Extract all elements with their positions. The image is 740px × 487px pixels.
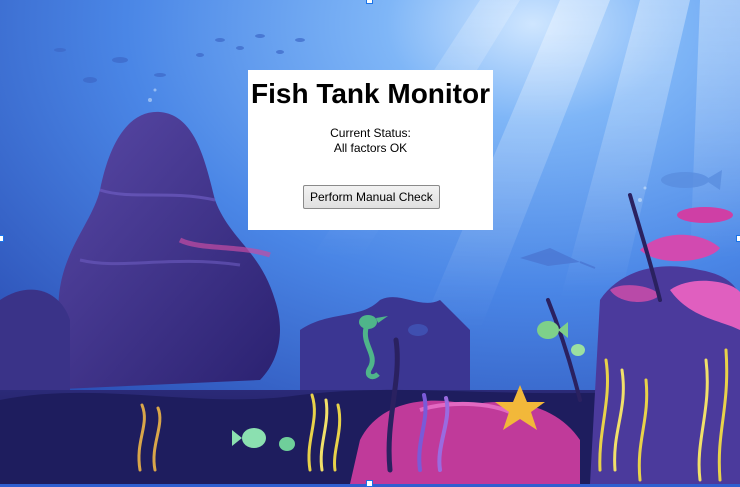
manual-check-button[interactable]: Perform Manual Check	[303, 185, 440, 209]
status-text: All factors OK	[333, 141, 408, 155]
selection-handle-left[interactable]	[0, 235, 4, 242]
monitor-panel: Fish Tank Monitor Current Status: All fa…	[248, 70, 493, 230]
page-title: Fish Tank Monitor	[250, 78, 491, 109]
selection-handle-top[interactable]	[366, 0, 373, 4]
status-caption: Current Status:	[330, 126, 411, 140]
selection-handle-right[interactable]	[736, 235, 740, 242]
